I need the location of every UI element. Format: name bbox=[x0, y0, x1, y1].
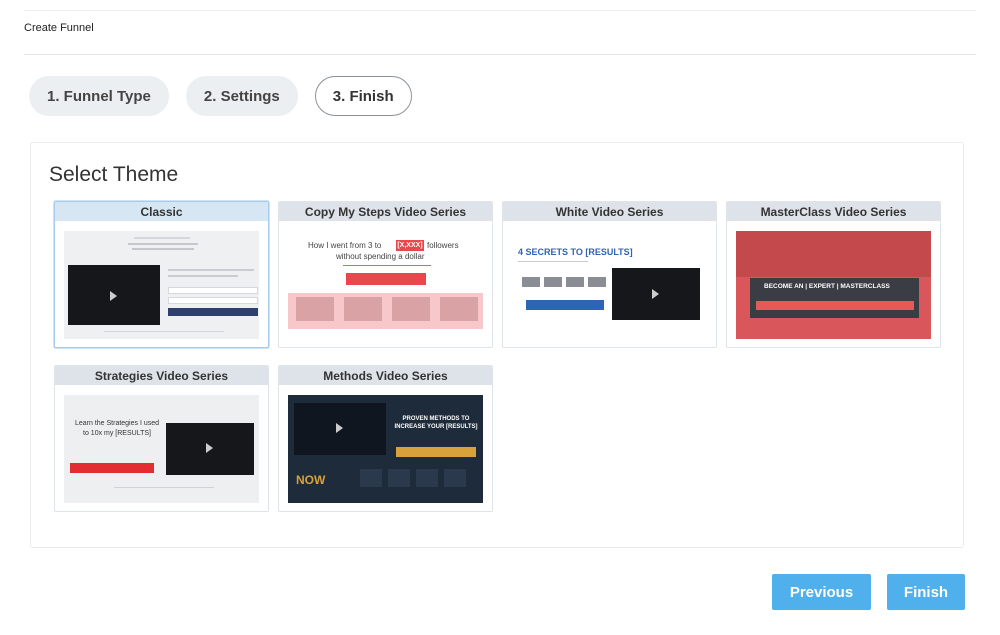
theme-card-title: White Video Series bbox=[503, 202, 716, 221]
theme-card-title: MasterClass Video Series bbox=[727, 202, 940, 221]
theme-thumbnail-copy-my-steps: How I went from 3 to [X,XXX] followers w… bbox=[288, 231, 483, 339]
theme-grid: Classic Copy My Steps Video Series How I… bbox=[54, 201, 941, 512]
top-divider bbox=[24, 10, 976, 11]
theme-thumbnail-masterclass: BECOME AN | EXPERT | MASTERCLASS bbox=[736, 231, 931, 339]
thumb-headline: 4 SECRETS TO [RESULTS] bbox=[518, 247, 633, 257]
theme-card-classic[interactable]: Classic bbox=[54, 201, 269, 348]
theme-thumbnail-classic bbox=[64, 231, 259, 339]
theme-card-white-video-series[interactable]: White Video Series 4 SECRETS TO [RESULTS… bbox=[502, 201, 717, 348]
step-funnel-type[interactable]: 1. Funnel Type bbox=[29, 76, 169, 116]
step-finish[interactable]: 3. Finish bbox=[314, 76, 412, 116]
theme-panel: Select Theme Classic Copy My Steps Video… bbox=[30, 142, 964, 548]
thumb-headline: How I went from 3 to bbox=[308, 241, 382, 250]
step-settings[interactable]: 2. Settings bbox=[185, 76, 298, 116]
theme-card-title: Methods Video Series bbox=[279, 366, 492, 385]
thumb-highlight: [X,XXX] bbox=[396, 240, 424, 251]
theme-card-title: Classic bbox=[55, 202, 268, 221]
thumb-subtext: NOW bbox=[296, 473, 326, 487]
previous-button[interactable]: Previous bbox=[772, 574, 871, 610]
theme-card-strategies[interactable]: Strategies Video Series Learn the Strate… bbox=[54, 365, 269, 512]
theme-thumbnail-methods: PROVEN METHODS TO INCREASE YOUR [RESULTS… bbox=[288, 395, 483, 503]
page-title: Create Funnel bbox=[24, 22, 94, 34]
finish-button[interactable]: Finish bbox=[887, 574, 965, 610]
theme-thumbnail-white-video-series: 4 SECRETS TO [RESULTS] bbox=[512, 231, 707, 339]
header-divider bbox=[24, 54, 976, 55]
thumb-headline: BECOME AN | EXPERT | MASTERCLASS bbox=[764, 283, 890, 290]
theme-card-methods[interactable]: Methods Video Series PROVEN METHODS TO I… bbox=[278, 365, 493, 512]
theme-card-title: Copy My Steps Video Series bbox=[279, 202, 492, 221]
panel-title: Select Theme bbox=[49, 163, 179, 186]
thumb-headline: PROVEN METHODS TO INCREASE YOUR [RESULTS… bbox=[394, 416, 478, 430]
thumb-headline: Learn the Strategies I used to 10x my [R… bbox=[74, 420, 160, 437]
theme-thumbnail-strategies: Learn the Strategies I used to 10x my [R… bbox=[64, 395, 259, 503]
theme-card-masterclass[interactable]: MasterClass Video Series BECOME AN | EXP… bbox=[726, 201, 941, 348]
theme-card-copy-my-steps[interactable]: Copy My Steps Video Series How I went fr… bbox=[278, 201, 493, 348]
theme-card-title: Strategies Video Series bbox=[55, 366, 268, 385]
wizard-steps: 1. Funnel Type 2. Settings 3. Finish bbox=[29, 76, 412, 116]
